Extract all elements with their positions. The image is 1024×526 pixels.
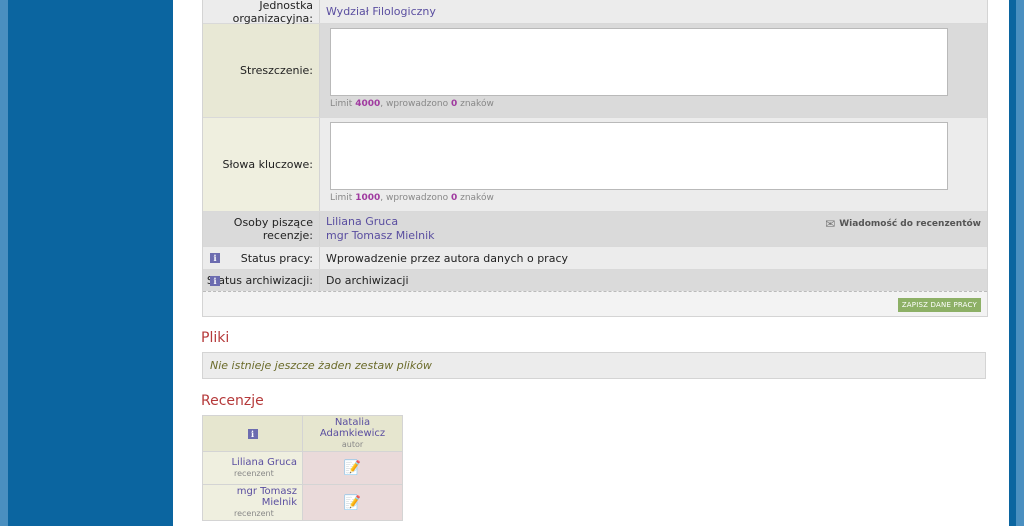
table-row: Liliana Gruca recenzent 📝 [202,451,403,485]
org-unit-row: Jednostka organizacyjna: Wydział Filolog… [203,0,987,25]
work-status-value: Wprowadzenie przez autora danych o pracy [320,247,987,269]
summary-label: Streszczenie: [203,24,320,117]
author-cell: Natalia Adamkiewicz autor [302,415,403,452]
reviews-info-cell: i [202,415,303,452]
sidebar [8,0,173,526]
author-name[interactable]: Natalia Adamkiewicz [304,417,401,439]
reviewers-row: Osoby piszące recenzje: Liliana Gruca mg… [203,211,987,246]
reviews-table: i Natalia Adamkiewicz autor Liliana Gruc… [202,415,403,521]
files-heading: Pliki [201,330,230,346]
info-icon[interactable]: i [210,253,220,263]
reviewer-cell: Liliana Gruca recenzent [202,451,303,485]
review-document-cell: 📝 [302,451,403,485]
review-document-icon[interactable]: 📝 [344,495,361,511]
table-row: mgr Tomasz Mielnik recenzent 📝 [202,484,403,521]
work-status-label: i Status pracy: [203,247,320,269]
reviewer-cell: mgr Tomasz Mielnik recenzent [202,484,303,521]
reviewers-list: Liliana Gruca mgr Tomasz Mielnik [326,212,435,246]
info-icon[interactable]: i [210,275,220,286]
org-unit-link[interactable]: Wydział Filologiczny [326,5,436,18]
keywords-row: Słowa kluczowe: Limit 1000, wprowadzono … [203,117,987,211]
reviewers-value: Liliana Gruca mgr Tomasz Mielnik ✉ Wiado… [320,212,987,246]
save-row: ZAPISZ DANE PRACY [203,291,987,316]
keywords-textarea[interactable] [330,122,948,190]
reviewer-link[interactable]: Liliana Gruca [326,215,435,229]
right-edge [1016,0,1024,526]
summary-row: Streszczenie: Limit 4000, wprowadzono 0 … [203,23,987,117]
table-row: i Natalia Adamkiewicz autor [202,415,403,452]
archive-status-row: i Status archiwizacji: Do archiwizacji [203,269,987,291]
files-empty-message: Nie istnieje jeszcze żaden zestaw plików [202,352,986,379]
main-content: Jednostka organizacyjna: Wydział Filolog… [173,0,1009,526]
author-role: autor [341,440,364,449]
save-thesis-button[interactable]: ZAPISZ DANE PRACY [897,298,981,312]
reviewer-role: recenzent [234,469,274,478]
message-reviewers-button[interactable]: ✉ Wiadomość do recenzentów [825,217,981,231]
org-unit-label: Jednostka organizacyjna: [203,0,320,25]
work-status-row: i Status pracy: Wprowadzenie przez autor… [203,246,987,269]
org-unit-value: Wydział Filologiczny [320,0,987,23]
reviewers-label: Osoby piszące recenzje: [203,212,320,246]
keywords-value: Limit 1000, wprowadzono 0 znaków [320,118,987,211]
keywords-limit: Limit 1000, wprowadzono 0 znaków [330,193,494,203]
reviewer-link[interactable]: mgr Tomasz Mielnik [326,229,435,243]
reviewer-name[interactable]: mgr Tomasz Mielnik [204,486,297,508]
archive-status-label: i Status archiwizacji: [203,270,320,291]
review-document-icon[interactable]: 📝 [344,460,361,476]
message-icon: ✉ [825,217,836,231]
thesis-form: Jednostka organizacyjna: Wydział Filolog… [202,0,988,317]
reviewer-name[interactable]: Liliana Gruca [204,457,297,468]
archive-status-value: Do archiwizacji [320,270,987,291]
left-edge [0,0,8,526]
reviews-heading: Recenzje [201,393,264,409]
summary-value: Limit 4000, wprowadzono 0 znaków [320,24,987,117]
summary-textarea[interactable] [330,28,948,96]
review-document-cell: 📝 [302,484,403,521]
info-icon[interactable]: i [247,429,258,439]
reviewer-role: recenzent [234,509,274,518]
summary-limit: Limit 4000, wprowadzono 0 znaków [330,99,494,109]
keywords-label: Słowa kluczowe: [203,118,320,211]
